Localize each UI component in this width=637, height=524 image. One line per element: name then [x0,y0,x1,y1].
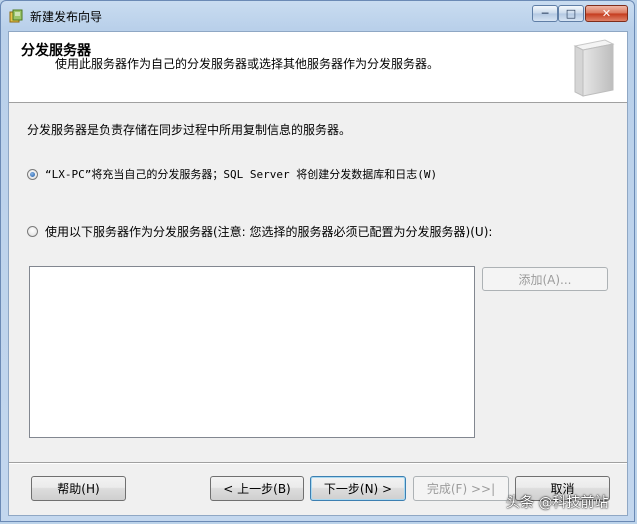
wizard-window: 新建发布向导 ─ □ ✕ 分发服务器 使用此服务器作为自己的分发服务器或选择其他… [0,0,635,522]
finish-button[interactable]: 完成(F) >>| [413,476,509,501]
next-button-label: 下一步(N) > [323,482,393,496]
option-self-distributor[interactable]: “LX-PC”将充当自己的分发服务器；SQL Server 将创建分发数据库和日… [27,166,437,182]
radio-other[interactable] [27,226,38,237]
wizard-client: 分发服务器 使用此服务器作为自己的分发服务器或选择其他服务器作为分发服务器。 分… [8,31,628,516]
add-button-label: 添加(A)... [518,272,572,287]
add-button[interactable]: 添加(A)... [482,267,608,291]
minimize-button[interactable]: ─ [532,5,558,22]
finish-button-label: 完成(F) >>| [426,482,496,496]
maximize-icon: □ [565,7,577,20]
option-self-label: “LX-PC”将充当自己的分发服务器；SQL Server 将创建分发数据库和日… [45,168,438,181]
title-bar[interactable]: 新建发布向导 ─ □ ✕ [1,1,634,31]
minimize-icon: ─ [541,7,549,20]
radio-self[interactable] [27,168,38,180]
server-listbox[interactable] [29,266,475,438]
option-other-distributor[interactable]: 使用以下服务器作为分发服务器(注意: 您选择的服务器必须已配置为分发服务器)(U… [27,223,492,240]
help-button[interactable]: 帮助(H) [31,476,126,501]
page-description: 使用此服务器作为自己的分发服务器或选择其他服务器作为分发服务器。 [55,57,440,71]
maximize-button[interactable]: □ [558,5,584,22]
watermark: 头条 @科技前站 [506,495,609,511]
wizard-header: 分发服务器 使用此服务器作为自己的分发服务器或选择其他服务器作为分发服务器。 [9,32,627,103]
back-button-label: < 上一步(B) [223,482,291,496]
window-title: 新建发布向导 [30,10,103,24]
footer-divider [9,462,627,464]
close-button[interactable]: ✕ [585,5,628,22]
help-button-label: 帮助(H) [57,482,100,496]
app-icon [9,9,23,23]
back-button[interactable]: < 上一步(B) [210,476,304,501]
close-icon: ✕ [601,7,612,20]
server-illustration-icon [573,39,615,97]
option-other-label: 使用以下服务器作为分发服务器(注意: 您选择的服务器必须已配置为分发服务器)(U… [45,225,493,239]
next-button[interactable]: 下一步(N) > [310,476,406,501]
body-description: 分发服务器是负责存储在同步过程中所用复制信息的服务器。 [27,123,352,137]
